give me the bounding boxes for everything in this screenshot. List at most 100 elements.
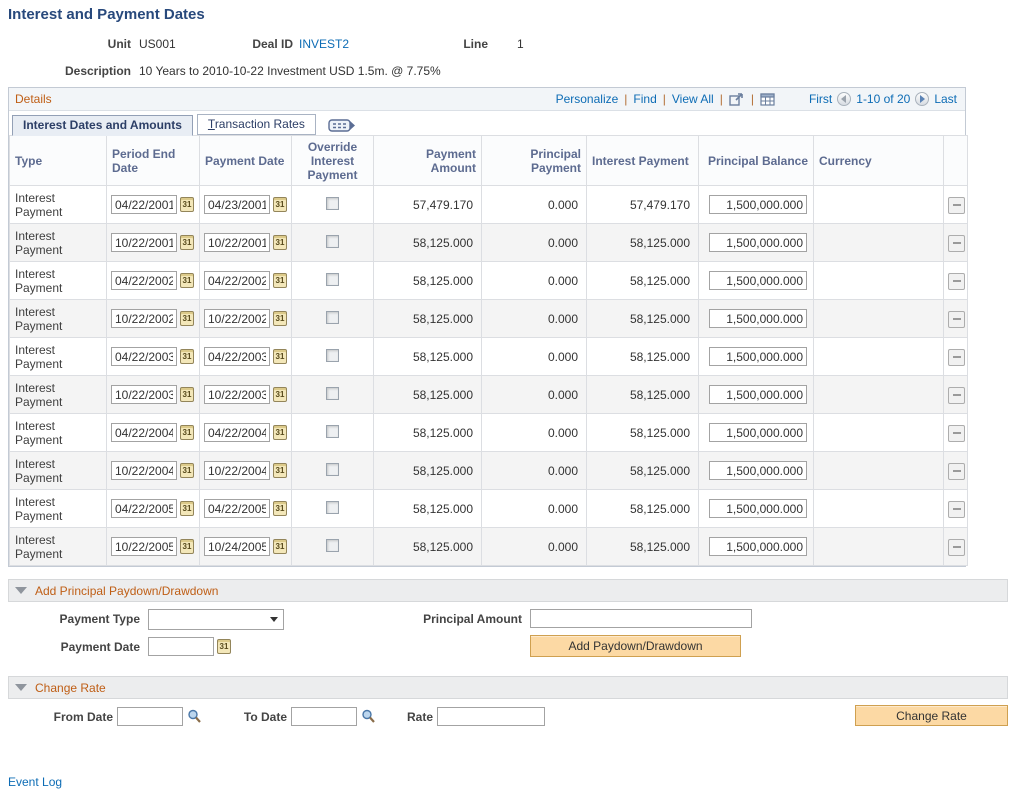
calendar-icon[interactable]: 31 [273,311,287,326]
delete-row-button[interactable] [948,311,965,328]
event-log-link[interactable]: Event Log [8,775,62,789]
delete-row-button[interactable] [948,235,965,252]
calendar-icon[interactable]: 31 [180,425,194,440]
principal-balance-input[interactable] [709,461,807,480]
period-end-date-input[interactable] [111,537,177,556]
payment-date-input[interactable] [204,423,270,442]
delete-row-button[interactable] [948,425,965,442]
first-page-link[interactable]: First [809,92,832,106]
period-end-date-input[interactable] [111,271,177,290]
principal-balance-input[interactable] [709,499,807,518]
calendar-icon[interactable]: 31 [273,197,287,212]
period-end-date-input[interactable] [111,461,177,480]
add-paydown-drawdown-button[interactable]: Add Paydown/Drawdown [530,635,741,657]
deal-id-link[interactable]: INVEST2 [299,37,349,51]
find-link[interactable]: Find [633,92,656,106]
calendar-icon[interactable]: 31 [273,349,287,364]
row-interest-payment: 58,125.000 [587,338,699,376]
override-interest-payment-checkbox[interactable] [326,539,339,552]
override-interest-payment-checkbox[interactable] [326,197,339,210]
delete-row-button[interactable] [948,197,965,214]
principal-balance-input[interactable] [709,233,807,252]
calendar-icon[interactable]: 31 [273,387,287,402]
collapse-triangle-icon[interactable] [15,587,27,594]
delete-row-button[interactable] [948,349,965,366]
calendar-icon[interactable]: 31 [180,387,194,402]
payment-date-input[interactable] [204,499,270,518]
calendar-icon[interactable]: 31 [217,639,231,654]
principal-balance-input[interactable] [709,423,807,442]
payment-date-input[interactable] [204,537,270,556]
next-page-icon[interactable] [915,92,929,106]
rate-input[interactable] [437,707,545,726]
last-page-link[interactable]: Last [934,92,957,106]
calendar-icon[interactable]: 31 [180,539,194,554]
payment-date-input[interactable] [148,637,214,656]
delete-row-button[interactable] [948,463,965,480]
principal-balance-input[interactable] [709,537,807,556]
principal-balance-input[interactable] [709,347,807,366]
payment-date-input[interactable] [204,233,270,252]
override-interest-payment-checkbox[interactable] [326,387,339,400]
change-rate-button[interactable]: Change Rate [855,705,1008,726]
principal-amount-input[interactable] [530,609,752,628]
period-end-date-input[interactable] [111,423,177,442]
payment-date-input[interactable] [204,195,270,214]
payment-date-input[interactable] [204,461,270,480]
description-value: 10 Years to 2010-10-22 Investment USD 1.… [139,64,441,78]
calendar-icon[interactable]: 31 [180,311,194,326]
principal-balance-input[interactable] [709,309,807,328]
override-interest-payment-checkbox[interactable] [326,463,339,476]
principal-balance-input[interactable] [709,195,807,214]
calendar-icon[interactable]: 31 [273,425,287,440]
calendar-icon[interactable]: 31 [273,463,287,478]
override-interest-payment-checkbox[interactable] [326,311,339,324]
download-grid-icon[interactable] [760,93,775,106]
payment-date-input[interactable] [204,271,270,290]
calendar-icon[interactable]: 31 [180,349,194,364]
tab-transaction-rates[interactable]: Transaction Rates [197,114,316,135]
period-end-date-input[interactable] [111,499,177,518]
period-end-date-input[interactable] [111,385,177,404]
row-override-cell [292,414,374,452]
delete-row-button[interactable] [948,539,965,556]
period-end-date-input[interactable] [111,233,177,252]
show-all-columns-icon[interactable] [328,118,356,133]
delete-row-button[interactable] [948,387,965,404]
period-end-date-input[interactable] [111,309,177,328]
calendar-icon[interactable]: 31 [180,235,194,250]
calendar-icon[interactable]: 31 [273,539,287,554]
personalize-link[interactable]: Personalize [556,92,619,106]
payment-date-input[interactable] [204,309,270,328]
to-date-input[interactable] [291,707,357,726]
calendar-icon[interactable]: 31 [273,501,287,516]
prev-page-icon[interactable] [837,92,851,106]
override-interest-payment-checkbox[interactable] [326,425,339,438]
override-interest-payment-checkbox[interactable] [326,235,339,248]
calendar-icon[interactable]: 31 [273,235,287,250]
collapse-triangle-icon[interactable] [15,684,27,691]
payment-date-input[interactable] [204,347,270,366]
calendar-icon[interactable]: 31 [180,501,194,516]
delete-row-button[interactable] [948,273,965,290]
principal-balance-input[interactable] [709,271,807,290]
period-end-date-input[interactable] [111,195,177,214]
principal-balance-input[interactable] [709,385,807,404]
view-all-link[interactable]: View All [672,92,714,106]
override-interest-payment-checkbox[interactable] [326,501,339,514]
from-date-input[interactable] [117,707,183,726]
period-end-date-input[interactable] [111,347,177,366]
calendar-icon[interactable]: 31 [180,197,194,212]
paydown-form: Payment Type Principal Amount Payment Da… [8,602,1014,664]
calendar-icon[interactable]: 31 [273,273,287,288]
new-window-icon[interactable] [729,92,745,106]
calendar-icon[interactable]: 31 [180,273,194,288]
delete-row-button[interactable] [948,501,965,518]
tab-interest-dates-and-amounts[interactable]: Interest Dates and Amounts [12,115,193,136]
unit-value: US001 [139,37,176,51]
payment-type-select[interactable] [148,609,284,630]
calendar-icon[interactable]: 31 [180,463,194,478]
override-interest-payment-checkbox[interactable] [326,273,339,286]
override-interest-payment-checkbox[interactable] [326,349,339,362]
payment-date-input[interactable] [204,385,270,404]
